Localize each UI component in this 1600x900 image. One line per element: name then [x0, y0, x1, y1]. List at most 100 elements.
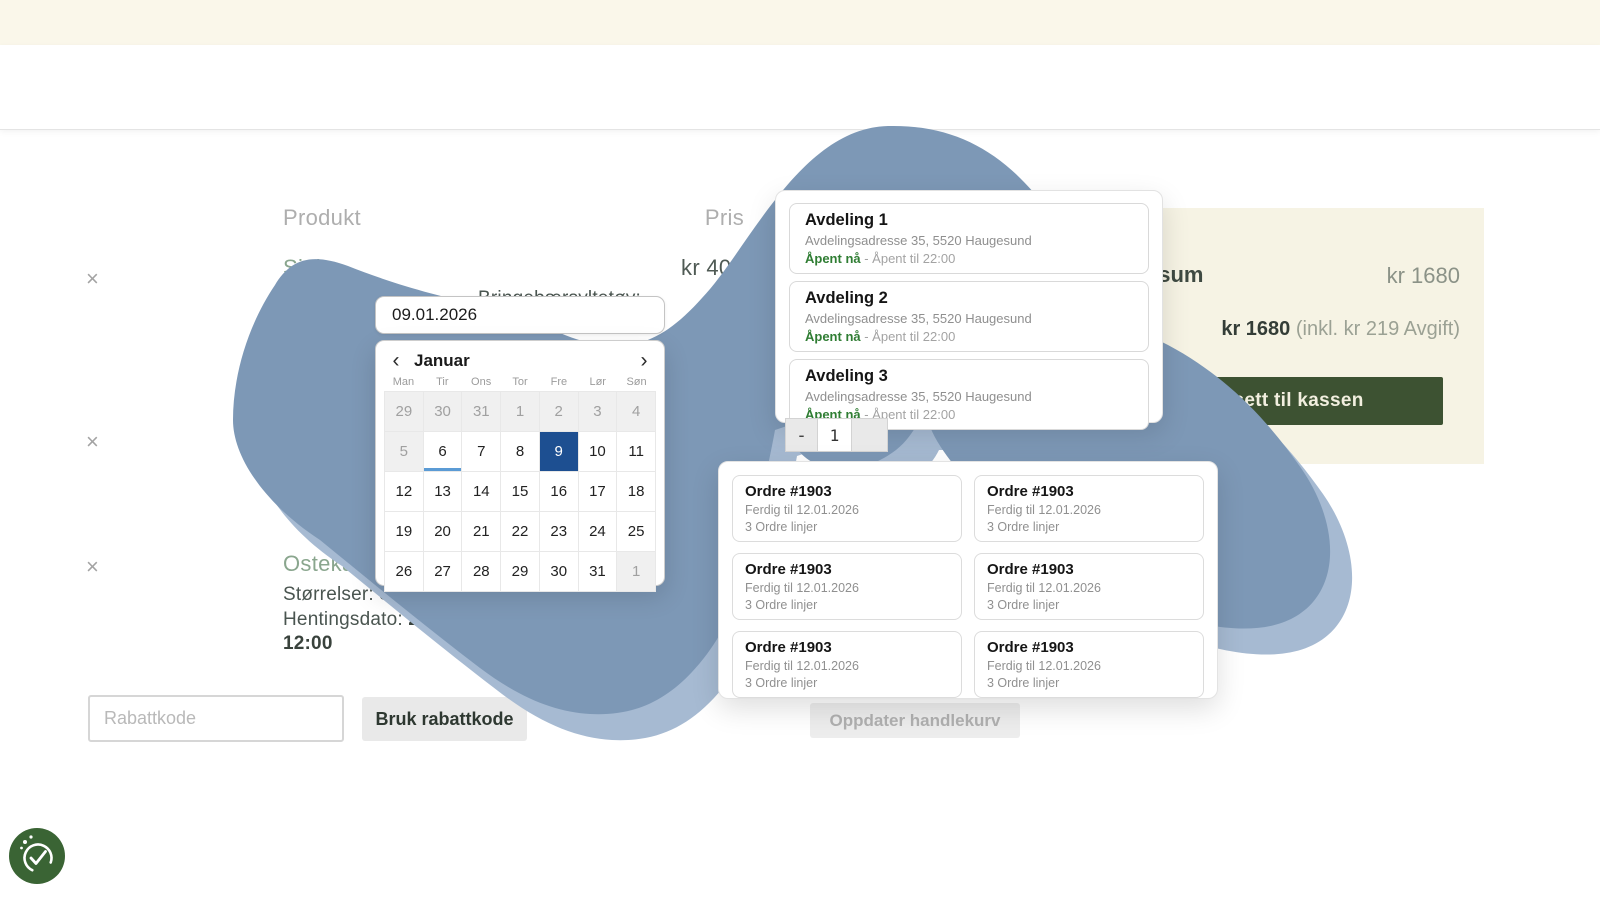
order-line-count: 3 Ordre linjer [987, 520, 1191, 534]
branch-picker-popup: Avdeling 1 Avdelingsadresse 35, 5520 Haug… [775, 190, 1163, 423]
calendar-next-icon[interactable]: › [632, 349, 656, 373]
branch-open-badge: Åpent nå [805, 329, 861, 344]
badge-circle [9, 828, 65, 884]
order-card[interactable]: Ordre #1903 Ferdig til 12.01.2026 3 Ordre … [974, 475, 1204, 542]
item-3-size-label: Størrelser: [283, 584, 379, 605]
calendar-day-cell[interactable]: 4 [617, 392, 655, 431]
order-card[interactable]: Ordre #1903 Ferdig til 12.01.2026 3 Ordre … [732, 553, 962, 620]
branch-status: Åpent nå - Åpent til 22:00 [805, 251, 1133, 266]
item-3-pickupdate-label: Hentingsdato: [283, 609, 408, 630]
total-row: kr 1680 (inkl. kr 219 Avgift) [1124, 318, 1460, 341]
calendar-day-cell[interactable]: 26 [385, 552, 423, 591]
pickup-date-input[interactable] [375, 296, 665, 334]
site-header [0, 45, 1600, 130]
calendar-day-cell[interactable]: 1 [617, 552, 655, 591]
column-header-product: Produkt [283, 205, 361, 231]
item-1-name[interactable]: Sjoko [283, 255, 340, 281]
remove-item-1-icon[interactable]: × [86, 268, 99, 290]
calendar-day-cell[interactable]: 27 [424, 552, 462, 591]
quantity-value[interactable]: 1 [817, 418, 852, 452]
subtotal-value: kr 1680 [1124, 263, 1460, 289]
calendar-day-cell[interactable]: 10 [579, 432, 617, 471]
calendar-day-cell[interactable]: 15 [501, 472, 539, 511]
order-line-count: 3 Ordre linjer [745, 520, 949, 534]
calendar-grid: 2930311234567891011121314151617181920212… [384, 391, 656, 592]
coupon-input[interactable] [88, 695, 344, 742]
calendar-day-cell[interactable]: 31 [579, 552, 617, 591]
calendar-month-label: Januar [414, 351, 632, 371]
order-title: Ordre #1903 [745, 561, 949, 578]
weekday-label: Ons [462, 376, 501, 388]
calendar-day-cell[interactable]: 18 [617, 472, 655, 511]
calendar-day-cell[interactable]: 30 [540, 552, 578, 591]
branch-title: Avdeling 1 [805, 211, 1133, 230]
branch-hours: - Åpent til 22:00 [861, 251, 956, 266]
calendar-day-cell[interactable]: 8 [501, 432, 539, 471]
remove-item-3-icon[interactable]: × [86, 556, 99, 578]
quantity-decrease-button[interactable]: - [785, 418, 818, 452]
calendar-day-cell[interactable]: 28 [462, 552, 500, 591]
calendar-day-cell[interactable]: 21 [462, 512, 500, 551]
order-title: Ordre #1903 [987, 561, 1191, 578]
calendar-day-cell[interactable]: 31 [462, 392, 500, 431]
weekday-label: Lør [578, 376, 617, 388]
calendar-day-cell[interactable]: 12 [385, 472, 423, 511]
item-3-pickupdate-value: 2 [408, 609, 419, 630]
calendar-day-cell[interactable]: 14 [462, 472, 500, 511]
order-card[interactable]: Ordre #1903Ferdig til 12.01.20263 Ordre … [974, 553, 1204, 620]
branch-open-badge: Åpent nå [805, 251, 861, 266]
calendar-day-cell[interactable]: 11 [617, 432, 655, 471]
quantity-increase-button[interactable] [851, 418, 888, 452]
order-line-count: 3 Ordre linjer [745, 598, 949, 612]
calendar-day-cell[interactable]: 7 [462, 432, 500, 471]
apply-coupon-button[interactable]: Bruk rabattkode [362, 697, 527, 741]
calendar-day-cell[interactable]: 16 [540, 472, 578, 511]
branch-card[interactable]: Avdeling 2Avdelingsadresse 35, 5520 Haug… [789, 281, 1149, 352]
calendar-day-cell[interactable]: 29 [501, 552, 539, 591]
calendar-day-cell[interactable]: 13 [424, 472, 462, 511]
branch-address: Avdelingsadresse 35, 5520 Haugesund [805, 389, 1133, 404]
cookie-consent-badge[interactable] [9, 828, 65, 884]
order-title: Ordre #1903 [745, 483, 949, 500]
weekday-label: Tir [423, 376, 462, 388]
calendar-day-cell[interactable]: 23 [540, 512, 578, 551]
order-ready-date: Ferdig til 12.01.2026 [987, 581, 1191, 595]
calendar-day-cell[interactable]: 5 [385, 432, 423, 471]
calendar-day-cell[interactable]: 20 [424, 512, 462, 551]
update-cart-button[interactable]: Oppdater handlekurv [810, 703, 1020, 738]
item-1-price: kr 400 [590, 255, 744, 281]
calendar-day-cell[interactable]: 9 [540, 432, 578, 471]
item-3-size-row: Størrelser: S [283, 584, 392, 606]
calendar-day-cell[interactable]: 17 [579, 472, 617, 511]
order-ready-date: Ferdig til 12.01.2026 [987, 503, 1191, 517]
order-ready-date: Ferdig til 12.01.2026 [745, 503, 949, 517]
calendar-day-cell[interactable]: 1 [501, 392, 539, 431]
top-announcement-bar [0, 0, 1600, 45]
item-3-pickupdate-row: Hentingsdato: 2 [283, 609, 419, 631]
branch-status: Åpent nå - Åpent til 22:00 [805, 329, 1133, 344]
calendar-day-cell[interactable]: 24 [579, 512, 617, 551]
order-title: Ordre #1903 [987, 483, 1191, 500]
calendar-day-cell[interactable]: 30 [424, 392, 462, 431]
calendar-day-cell[interactable]: 3 [579, 392, 617, 431]
calendar-day-cell[interactable]: 25 [617, 512, 655, 551]
branch-address: Avdelingsadresse 35, 5520 Haugesund [805, 311, 1133, 326]
calendar-day-cell[interactable]: 19 [385, 512, 423, 551]
item-3-name[interactable]: Osteka [283, 551, 355, 577]
weekday-label: Søn [617, 376, 656, 388]
branch-card[interactable]: Avdeling 1Avdelingsadresse 35, 5520 Haug… [789, 203, 1149, 274]
checkout-button[interactable]: Fortsett til kassen [1116, 377, 1443, 425]
order-card[interactable]: Ordre #1903 Ferdig til 12.01.2026 3 Ordre … [732, 475, 962, 542]
calendar-weekday-row: ManTirOnsTorFreLørSøn [384, 376, 656, 388]
remove-item-2-icon[interactable]: × [86, 431, 99, 453]
calendar-day-cell[interactable]: 6 [424, 432, 462, 471]
calendar-day-cell[interactable]: 2 [540, 392, 578, 431]
order-ready-date: Ferdig til 12.01.2026 [745, 581, 949, 595]
order-card[interactable]: Ordre #1903Ferdig til 12.01.20263 Ordre … [732, 631, 962, 698]
calendar-day-cell[interactable]: 22 [501, 512, 539, 551]
calendar-header: ‹ Januar › [384, 347, 656, 375]
column-header-price: Pris [590, 205, 744, 231]
calendar-prev-icon[interactable]: ‹ [384, 349, 408, 373]
calendar-day-cell[interactable]: 29 [385, 392, 423, 431]
order-card[interactable]: Ordre #1903Ferdig til 12.01.20263 Ordre … [974, 631, 1204, 698]
